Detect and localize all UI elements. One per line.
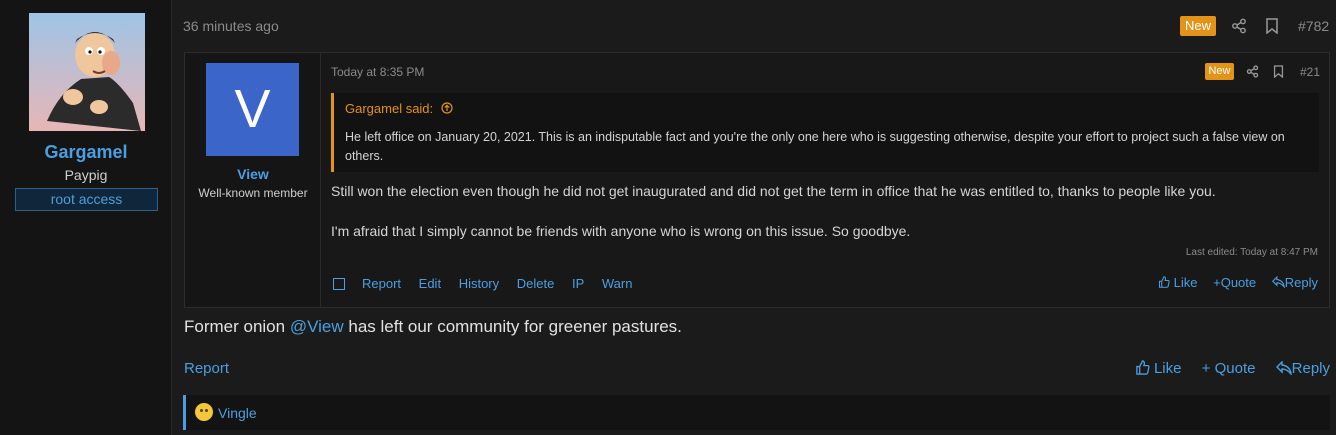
quote-label: Quote <box>1220 275 1257 290</box>
reply-icon <box>1271 275 1285 289</box>
new-badge: New <box>1180 16 1216 36</box>
quote-block: Gargamel said: He left office on January… <box>331 93 1319 172</box>
share-icon[interactable] <box>1246 65 1259 83</box>
history-link[interactable]: History <box>459 276 499 291</box>
reply-label: Reply <box>1291 360 1330 377</box>
embedded-post-number[interactable]: #21 <box>1300 65 1320 79</box>
report-link[interactable]: Report <box>184 360 229 377</box>
embedded-post: V View Well-known member Today at 8:35 P… <box>184 52 1330 308</box>
last-edited-note: Last edited: Today at 8:47 PM <box>1185 247 1318 258</box>
quote-button[interactable]: +Quote <box>1213 275 1256 290</box>
reply-label: Reply <box>1284 275 1318 290</box>
embedded-body-paragraph: I'm afraid that I simply cannot be frien… <box>331 223 911 239</box>
gargamel-avatar[interactable] <box>29 13 145 131</box>
warn-link[interactable]: Warn <box>602 276 633 291</box>
reply-button[interactable]: Reply <box>1275 360 1330 377</box>
post-number[interactable]: #782 <box>1298 18 1329 34</box>
post-author-sidebar: Gargamel Paypig root access <box>0 0 172 435</box>
arrow-up-circle-icon[interactable] <box>441 102 453 114</box>
reaction-user-link[interactable]: Vingle <box>218 405 257 421</box>
quote-text: He left office on January 20, 2021. This… <box>345 130 1285 163</box>
reply-icon <box>1275 360 1292 377</box>
embedded-post-author: V View Well-known member <box>185 53 321 307</box>
report-link[interactable]: Report <box>362 276 401 291</box>
share-icon[interactable] <box>1231 18 1247 39</box>
ip-link[interactable]: IP <box>572 276 584 291</box>
author-title: Paypig <box>64 167 108 183</box>
like-button[interactable]: Like <box>1158 275 1197 290</box>
quote-label: Quote <box>1214 360 1256 377</box>
post-timestamp[interactable]: 36 minutes ago <box>183 18 279 34</box>
embedded-author-name[interactable]: View <box>185 166 321 182</box>
post-body-text: Former onion <box>184 317 290 336</box>
edit-link[interactable]: Edit <box>419 276 441 291</box>
reply-button[interactable]: Reply <box>1271 275 1318 290</box>
post-body: Former onion @View has left our communit… <box>184 317 682 337</box>
thumbs-up-icon <box>1136 360 1150 375</box>
bookmark-icon[interactable] <box>1273 65 1284 83</box>
embedded-timestamp[interactable]: Today at 8:35 PM <box>331 65 424 79</box>
embedded-new-badge: New <box>1205 63 1234 80</box>
like-label: Like <box>1173 275 1198 290</box>
embedded-author-title: Well-known member <box>198 186 308 200</box>
like-button[interactable]: Like <box>1135 360 1182 377</box>
thumbs-up-icon <box>1158 276 1170 288</box>
bookmark-icon[interactable] <box>1265 18 1279 39</box>
like-label: Like <box>1153 360 1182 377</box>
embedded-body-paragraph: Still won the election even though he di… <box>331 183 1216 199</box>
user-mention-link[interactable]: @View <box>290 317 344 336</box>
quote-button[interactable]: + Quote <box>1202 360 1256 377</box>
user-banner: root access <box>15 188 158 211</box>
select-checkbox[interactable] <box>333 278 345 290</box>
delete-link[interactable]: Delete <box>517 276 555 291</box>
quote-attribution[interactable]: Gargamel said: <box>345 101 453 116</box>
quote-author: Gargamel said: <box>345 101 434 116</box>
view-avatar[interactable]: V <box>206 63 299 156</box>
post-body-text: has left our community for greener pastu… <box>343 317 682 336</box>
embedded-reaction-links: Like +Quote Reply <box>1146 275 1318 290</box>
post-reaction-links: Like + Quote Reply <box>1119 360 1330 377</box>
thinking-face-icon <box>195 403 213 421</box>
embedded-post-actions: Report Edit History Delete IP Warn <box>362 276 646 291</box>
reaction-summary-bar[interactable]: Vingle <box>183 395 1330 430</box>
author-name[interactable]: Gargamel <box>0 142 172 163</box>
